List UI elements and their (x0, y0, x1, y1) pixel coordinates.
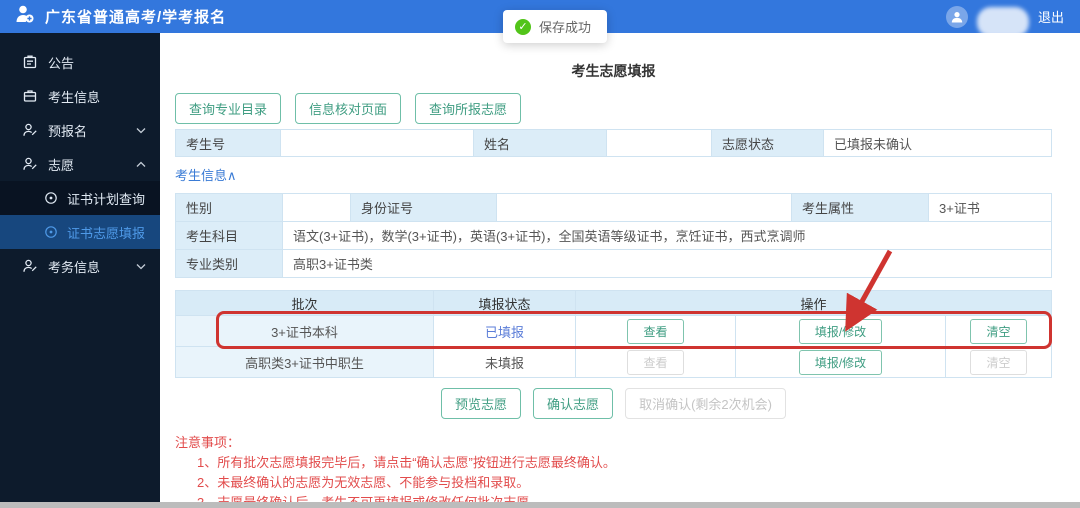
user-avatar-icon[interactable] (945, 5, 968, 28)
sidebar-item-certificate-volunteer-filling[interactable]: 证书志愿填报 (0, 215, 160, 249)
sidebar-item-label: 考务信息 (48, 259, 101, 275)
main-content: 考生志愿填报 查询专业目录 信息核对页面 查询所报志愿 考生号 姓名 志愿状态 … (160, 33, 1080, 508)
volunteer-status-value: 已填报未确认 (824, 130, 1051, 156)
clear-button-disabled: 清空 (970, 349, 1027, 375)
fill-modify-button[interactable]: 填报/修改 (798, 349, 883, 375)
id-number-value (497, 194, 792, 221)
preview-volunteer-button[interactable]: 预览志愿 (441, 388, 522, 419)
redacted-name (607, 132, 685, 154)
success-check-icon: ✓ (515, 18, 531, 35)
toast-text: 保存成功 (539, 20, 592, 35)
sidebar-item-volunteer[interactable]: 志愿 (0, 147, 160, 181)
sidebar-item-label: 预报名 (48, 123, 88, 139)
person-edit-icon (22, 258, 38, 274)
status-column-header: 填报状态 (434, 291, 576, 315)
candidate-info-table: 性别 身份证号 考生属性 3+证书 考生科目 语文(3+证书)，数学(3+证书)… (175, 193, 1052, 278)
briefcase-icon (22, 88, 38, 104)
subjects-value: 语文(3+证书)，数学(3+证书)，英语(3+证书)，全国英语等级证书，烹饪证书… (283, 222, 1051, 249)
sidebar-item-label: 考生信息 (48, 89, 101, 105)
subjects-label: 考生科目 (176, 222, 283, 249)
batch-name: 3+证书本科 (176, 316, 434, 346)
name-value (607, 130, 712, 156)
batch-name: 高职类3+证书中职生 (176, 347, 434, 377)
bottom-border-strip (0, 502, 1080, 508)
redacted-username (976, 6, 1029, 37)
chevron-down-icon (136, 127, 146, 134)
category-label: 专业类别 (176, 250, 283, 277)
batch-table: 批次 填报状态 操作 3+证书本科 已填报 查看 填报/修改 清空 高职类3+证… (175, 290, 1052, 378)
app-window: 广东省普通高考/学考报名 退出 ✓ 保存成功 公告 考生信息 预报名 志愿 证书… (0, 0, 1080, 508)
fill-status: 未填报 (434, 347, 576, 377)
note-item-2: 2、未最终确认的志愿为无效志愿、不能参与投档和录取。 (197, 475, 530, 490)
info-check-page-button[interactable]: 信息核对页面 (295, 93, 402, 124)
candidate-attribute-value: 3+证书 (929, 194, 1051, 221)
person-edit-icon (22, 156, 38, 172)
sidebar-item-label: 志愿 (48, 157, 75, 173)
redacted-candidate-no (281, 132, 416, 154)
collapse-caret-icon: ∧ (227, 168, 237, 183)
sidebar-item-announcements[interactable]: 公告 (0, 45, 160, 79)
save-success-toast: ✓ 保存成功 (503, 10, 608, 43)
page-title: 考生志愿填报 (571, 63, 656, 79)
volunteer-actions: 预览志愿 确认志愿 取消确认(剩余2次机会) (175, 388, 1052, 419)
category-value: 高职3+证书类 (283, 250, 1051, 277)
eye-icon (44, 191, 58, 205)
sidebar-item-candidate-info[interactable]: 考生信息 (0, 79, 160, 113)
gender-value (283, 194, 351, 221)
sidebar: 公告 考生信息 预报名 志愿 证书计划查询 证书志愿填报 考务信息 (0, 33, 160, 508)
notes-title: 注意事项： (175, 435, 241, 450)
fill-status: 已填报 (434, 316, 576, 346)
chevron-up-icon (136, 161, 146, 168)
batch-column-header: 批次 (176, 291, 434, 315)
sidebar-item-exam-affairs[interactable]: 考务信息 (0, 249, 160, 283)
notice-board-icon (22, 54, 38, 70)
sidebar-item-label: 公告 (48, 55, 75, 71)
eye-icon (44, 225, 58, 239)
name-label: 姓名 (474, 130, 607, 156)
id-number-label: 身份证号 (351, 194, 497, 221)
logout-button[interactable]: 退出 (1038, 7, 1064, 26)
add-user-icon (14, 3, 36, 30)
candidate-no-value (281, 130, 474, 156)
candidate-info-collapse-link[interactable]: 考生信息∧ (175, 165, 237, 184)
fill-modify-button[interactable]: 填报/修改 (798, 318, 883, 344)
gender-label: 性别 (176, 194, 283, 221)
note-item-1: 1、所有批次志愿填报完毕后，请点击“确认志愿”按钮进行志愿最终确认。 (197, 455, 616, 470)
clear-button[interactable]: 清空 (970, 318, 1027, 344)
batch-row-vocational: 高职类3+证书中职生 未填报 查看 填报/修改 清空 (176, 347, 1051, 377)
operation-column-header: 操作 (576, 291, 1051, 315)
notes-section: 注意事项： 1、所有批次志愿填报完毕后，请点击“确认志愿”按钮进行志愿最终确认。… (175, 433, 1052, 508)
sidebar-item-certificate-plan-query[interactable]: 证书计划查询 (0, 181, 160, 215)
chevron-down-icon (136, 263, 146, 270)
query-submitted-volunteer-button[interactable]: 查询所报志愿 (415, 93, 522, 124)
volunteer-submenu: 证书计划查询 证书志愿填报 (0, 181, 160, 249)
toolbar: 查询专业目录 信息核对页面 查询所报志愿 (175, 93, 1052, 124)
app-logo: 广东省普通高考/学考报名 (14, 3, 226, 30)
redacted-gender (285, 196, 325, 219)
candidate-summary-table: 考生号 姓名 志愿状态 已填报未确认 (175, 129, 1052, 157)
collapse-link-label: 考生信息 (175, 168, 228, 183)
candidate-attribute-label: 考生属性 (792, 194, 929, 221)
candidate-no-label: 考生号 (176, 130, 281, 156)
sidebar-item-label: 证书计划查询 (67, 191, 146, 207)
app-title: 广东省普通高考/学考报名 (45, 9, 227, 26)
batch-row-undergraduate: 3+证书本科 已填报 查看 填报/修改 清空 (176, 316, 1051, 347)
sidebar-item-label: 证书志愿填报 (67, 225, 146, 241)
confirm-volunteer-button[interactable]: 确认志愿 (533, 388, 614, 419)
query-major-catalog-button[interactable]: 查询专业目录 (175, 93, 282, 124)
redacted-id-number (497, 196, 692, 219)
person-edit-icon (22, 122, 38, 138)
cancel-confirmation-button: 取消确认(剩余2次机会) (625, 388, 786, 419)
volunteer-status-label: 志愿状态 (712, 130, 824, 156)
view-button-disabled: 查看 (627, 349, 684, 375)
sidebar-item-preregistration[interactable]: 预报名 (0, 113, 160, 147)
view-button[interactable]: 查看 (627, 318, 684, 344)
